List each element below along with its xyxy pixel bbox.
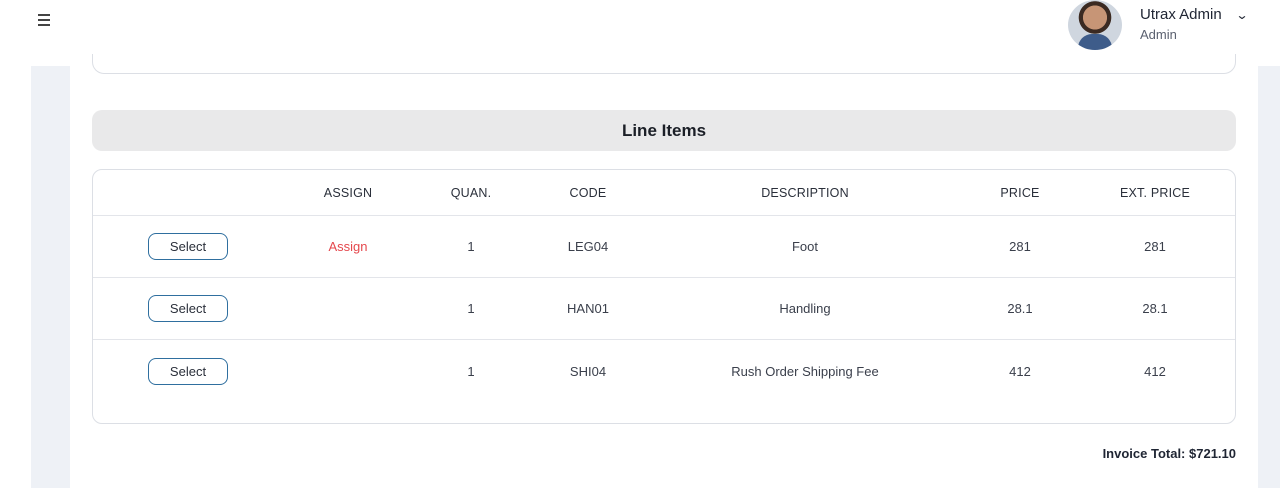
user-role: Admin xyxy=(1140,27,1177,42)
description-cell: Handling xyxy=(779,301,831,316)
previous-card-edge xyxy=(92,54,1236,74)
code-cell: SHI04 xyxy=(569,363,607,379)
code-cell: LEG04 xyxy=(567,239,609,254)
quantity-cell: 1 xyxy=(467,363,475,379)
ext-price-cell: 28.1 xyxy=(1142,301,1168,316)
col-description-header: DESCRIPTION xyxy=(761,185,849,200)
col-ext-price-header: EXT. PRICE xyxy=(1119,185,1191,200)
ext-price-cell: 412 xyxy=(1144,363,1166,379)
price-cell: 281 xyxy=(1009,239,1031,254)
select-button[interactable]: Select xyxy=(148,357,228,385)
col-price-header: PRICE xyxy=(1000,185,1040,200)
line-items-table: ASSIGN QUAN. CODE DESCRIPTION PRICE EXT.… xyxy=(92,169,1236,424)
col-select-header xyxy=(133,170,243,215)
table-row: Select 1 HAN01 Handling 28.1 28.1 xyxy=(93,278,1235,340)
quantity-cell: 1 xyxy=(467,239,475,254)
table-row: Select 1 SHI04 Rush Order Shipping Fee 4… xyxy=(93,340,1235,402)
select-button[interactable]: Select xyxy=(148,233,228,260)
user-name[interactable]: Utrax Admin xyxy=(1140,6,1222,23)
avatar[interactable] xyxy=(1068,0,1122,50)
select-button[interactable]: Select xyxy=(148,295,228,322)
col-code-header: CODE xyxy=(569,185,607,200)
price-cell: 412 xyxy=(1009,363,1031,379)
table-row: Select Assign 1 LEG04 Foot 281 281 xyxy=(93,216,1235,278)
description-cell: Foot xyxy=(791,239,818,254)
code-cell: HAN01 xyxy=(567,301,609,316)
assign-link[interactable]: Assign xyxy=(328,239,367,254)
line-items-title: Line Items xyxy=(92,110,1236,151)
menu-icon[interactable] xyxy=(38,14,52,28)
description-cell: Rush Order Shipping Fee xyxy=(731,363,879,379)
invoice-total: Invoice Total: $721.10 xyxy=(1102,446,1236,461)
col-quan-header: QUAN. xyxy=(450,185,492,200)
left-gutter xyxy=(31,66,70,488)
ext-price-cell: 281 xyxy=(1144,239,1166,254)
col-assign-header: ASSIGN xyxy=(323,185,373,200)
chevron-down-icon[interactable]: ⌄ xyxy=(1235,8,1248,22)
table-header-row: ASSIGN QUAN. CODE DESCRIPTION PRICE EXT.… xyxy=(93,170,1235,216)
right-gutter xyxy=(1258,66,1280,488)
price-cell: 28.1 xyxy=(1007,301,1033,316)
quantity-cell: 1 xyxy=(467,301,475,316)
